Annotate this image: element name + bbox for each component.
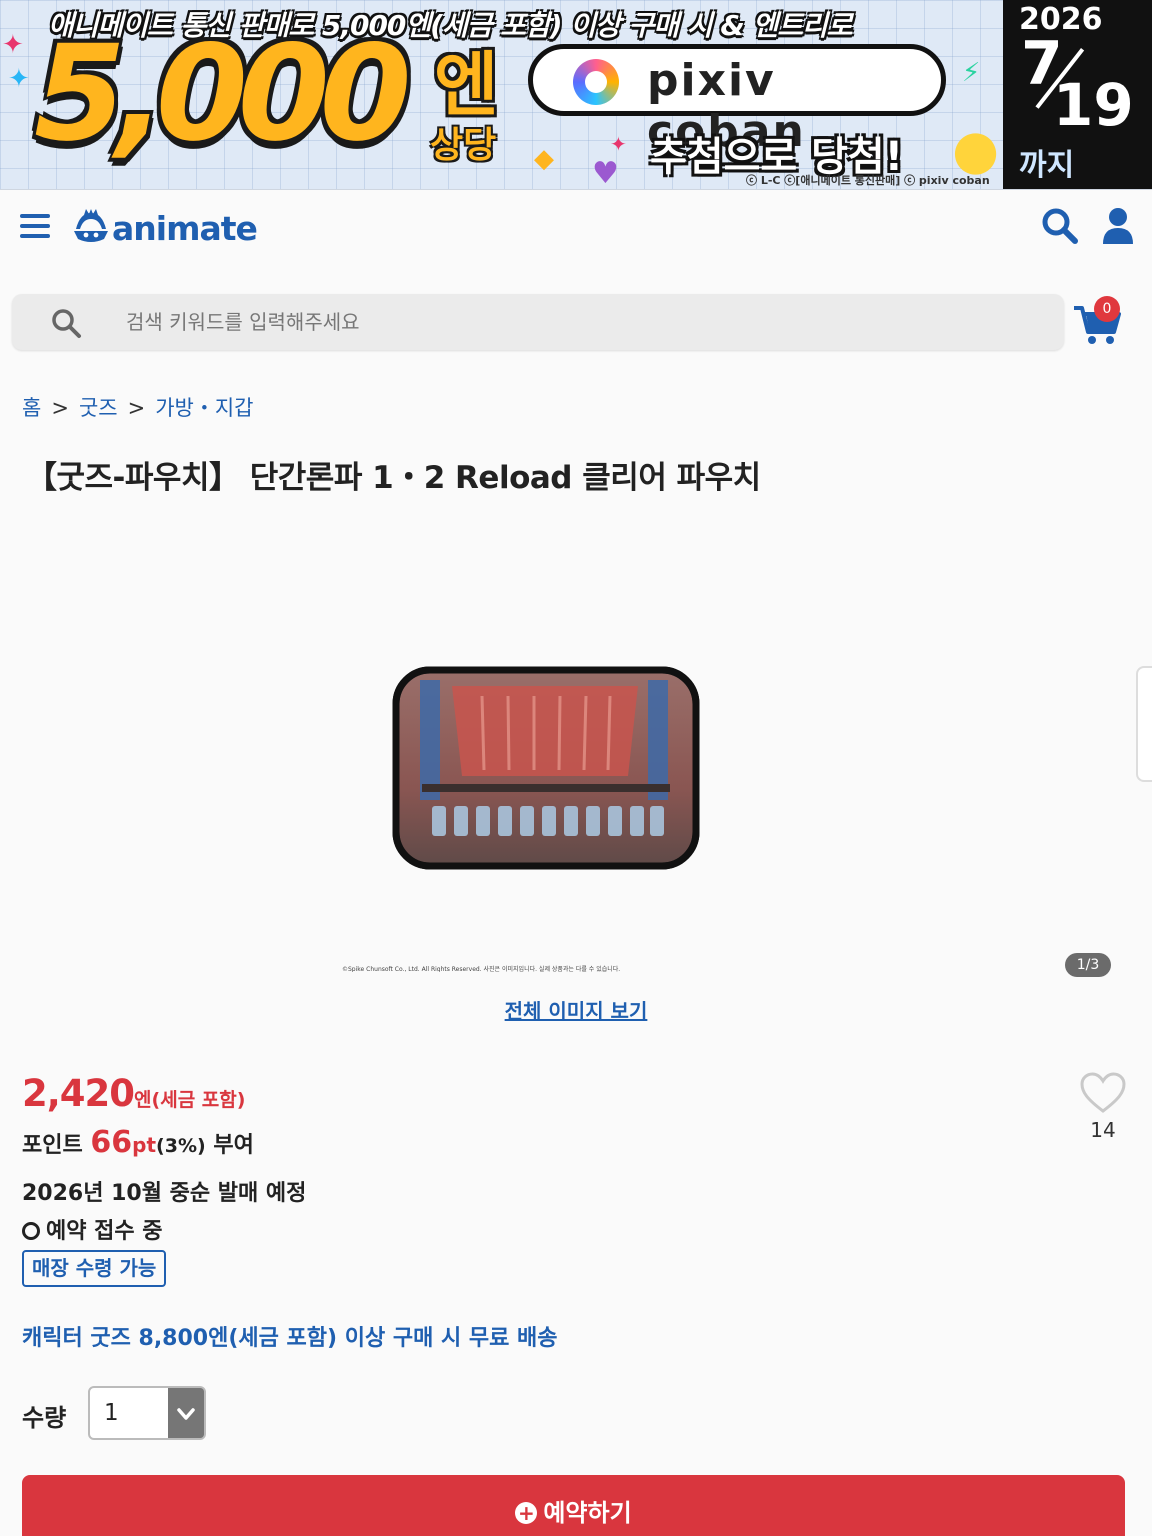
release-date: 2026년 10월 중순 발매 예정 xyxy=(22,1181,307,1206)
reserve-button-label: 예약하기 xyxy=(543,1499,632,1527)
price-unit: 엔(세금 포함) xyxy=(134,1089,246,1111)
product-title: 【굿즈-파우치】 단간론파 1・2 Reload 클리어 파우치 xyxy=(26,460,761,496)
search-bar[interactable] xyxy=(12,294,1064,350)
view-all-images-link[interactable]: 전체 이미지 보기 xyxy=(0,995,1152,1024)
circle-icon xyxy=(22,1222,40,1240)
plus-circle-icon: + xyxy=(515,1502,538,1524)
banner-amount: 5,000 xyxy=(34,17,412,171)
banner-day: 19 xyxy=(1053,71,1134,139)
pixiv-coban-icon xyxy=(573,59,619,105)
reserve-button-content: + 예약하기 xyxy=(22,1493,1125,1528)
banner-copyright: ⓒ L-C ⓒ[애니메이트 통신판매] ⓒ pixiv coban xyxy=(746,174,990,187)
breadcrumb-goods[interactable]: 굿즈 xyxy=(79,396,118,420)
user-icon[interactable] xyxy=(1100,206,1136,246)
reserve-button[interactable]: + 예약하기 xyxy=(22,1475,1125,1536)
points-prefix: 포인트 xyxy=(22,1133,83,1158)
sparkle-icon: ✦ xyxy=(610,132,627,156)
heart-icon: ♥ xyxy=(592,156,619,190)
points-value: 66 xyxy=(90,1125,133,1160)
banner-amount-unit: 엔 xyxy=(434,44,499,126)
cart-count-badge: 0 xyxy=(1094,296,1120,322)
points-rate: (3%) xyxy=(156,1135,206,1157)
image-caption: ©Spike Chunsoft Co., Ltd. All Rights Res… xyxy=(342,966,621,972)
scrollbar-handle[interactable] xyxy=(1136,666,1152,782)
breadcrumb-home[interactable]: 홈 xyxy=(22,396,41,420)
heart-icon xyxy=(1080,1072,1126,1113)
chevron-down-icon xyxy=(168,1388,204,1438)
reservation-text: 예약 접수 중 xyxy=(46,1219,163,1244)
product-image[interactable] xyxy=(392,666,700,870)
points-unit: pt xyxy=(132,1133,157,1157)
logo-text: animate xyxy=(112,209,258,248)
sparkle-icon: ✦ xyxy=(2,30,24,60)
breadcrumb-bags-wallets[interactable]: 가방・지갑 xyxy=(155,396,253,420)
breadcrumb-separator: > xyxy=(127,396,146,420)
image-counter: 1/3 xyxy=(1065,953,1111,977)
breadcrumb-separator: > xyxy=(51,396,69,420)
star-icon: ✦ xyxy=(8,64,30,94)
cube-icon: ◆ xyxy=(534,144,554,174)
banner-equivalent: 상당 xyxy=(430,125,497,166)
points-info: 포인트 66pt(3%) 부여 xyxy=(22,1125,254,1160)
search-input[interactable] xyxy=(126,302,1026,342)
quantity-value: 1 xyxy=(104,1400,119,1426)
promo-banner[interactable]: 애니메이트 통신 판매로 5,000엔(세금 포함) 이상 구매 시 & 엔트리… xyxy=(0,0,1152,190)
search-icon xyxy=(52,309,81,338)
breadcrumb: 홈 > 굿즈 > 가방・지갑 xyxy=(22,392,253,422)
quantity-label: 수량 xyxy=(22,1404,67,1432)
lightning-icon: ⚡ xyxy=(962,58,981,88)
pixiv-coban-logo: pixiv coban xyxy=(528,44,946,157)
price: 2,420엔(세금 포함) xyxy=(22,1072,245,1115)
search-icon[interactable] xyxy=(1040,206,1080,246)
points-suffix: 부여 xyxy=(205,1133,254,1158)
logo-mark-icon xyxy=(74,209,108,242)
page: 애니메이트 통신 판매로 5,000엔(세금 포함) 이상 구매 시 & 엔트리… xyxy=(0,0,1152,1536)
banner-deadline: 2026 7 19 까지 xyxy=(1003,0,1152,189)
free-shipping-note[interactable]: 캐릭터 굿즈 8,800엔(세금 포함) 이상 구매 시 무료 배송 xyxy=(22,1320,558,1352)
store-pickup-badge: 매장 수령 가능 xyxy=(22,1250,167,1287)
menu-icon[interactable] xyxy=(20,214,50,238)
price-value: 2,420 xyxy=(22,1072,135,1115)
quantity-select[interactable]: 1 xyxy=(88,1386,206,1440)
favorite-button[interactable]: 14 xyxy=(1078,1072,1128,1146)
reservation-status: 예약 접수 중 xyxy=(22,1213,163,1245)
banner-until: 까지 xyxy=(1019,148,1075,183)
favorite-count: 14 xyxy=(1090,1118,1116,1142)
